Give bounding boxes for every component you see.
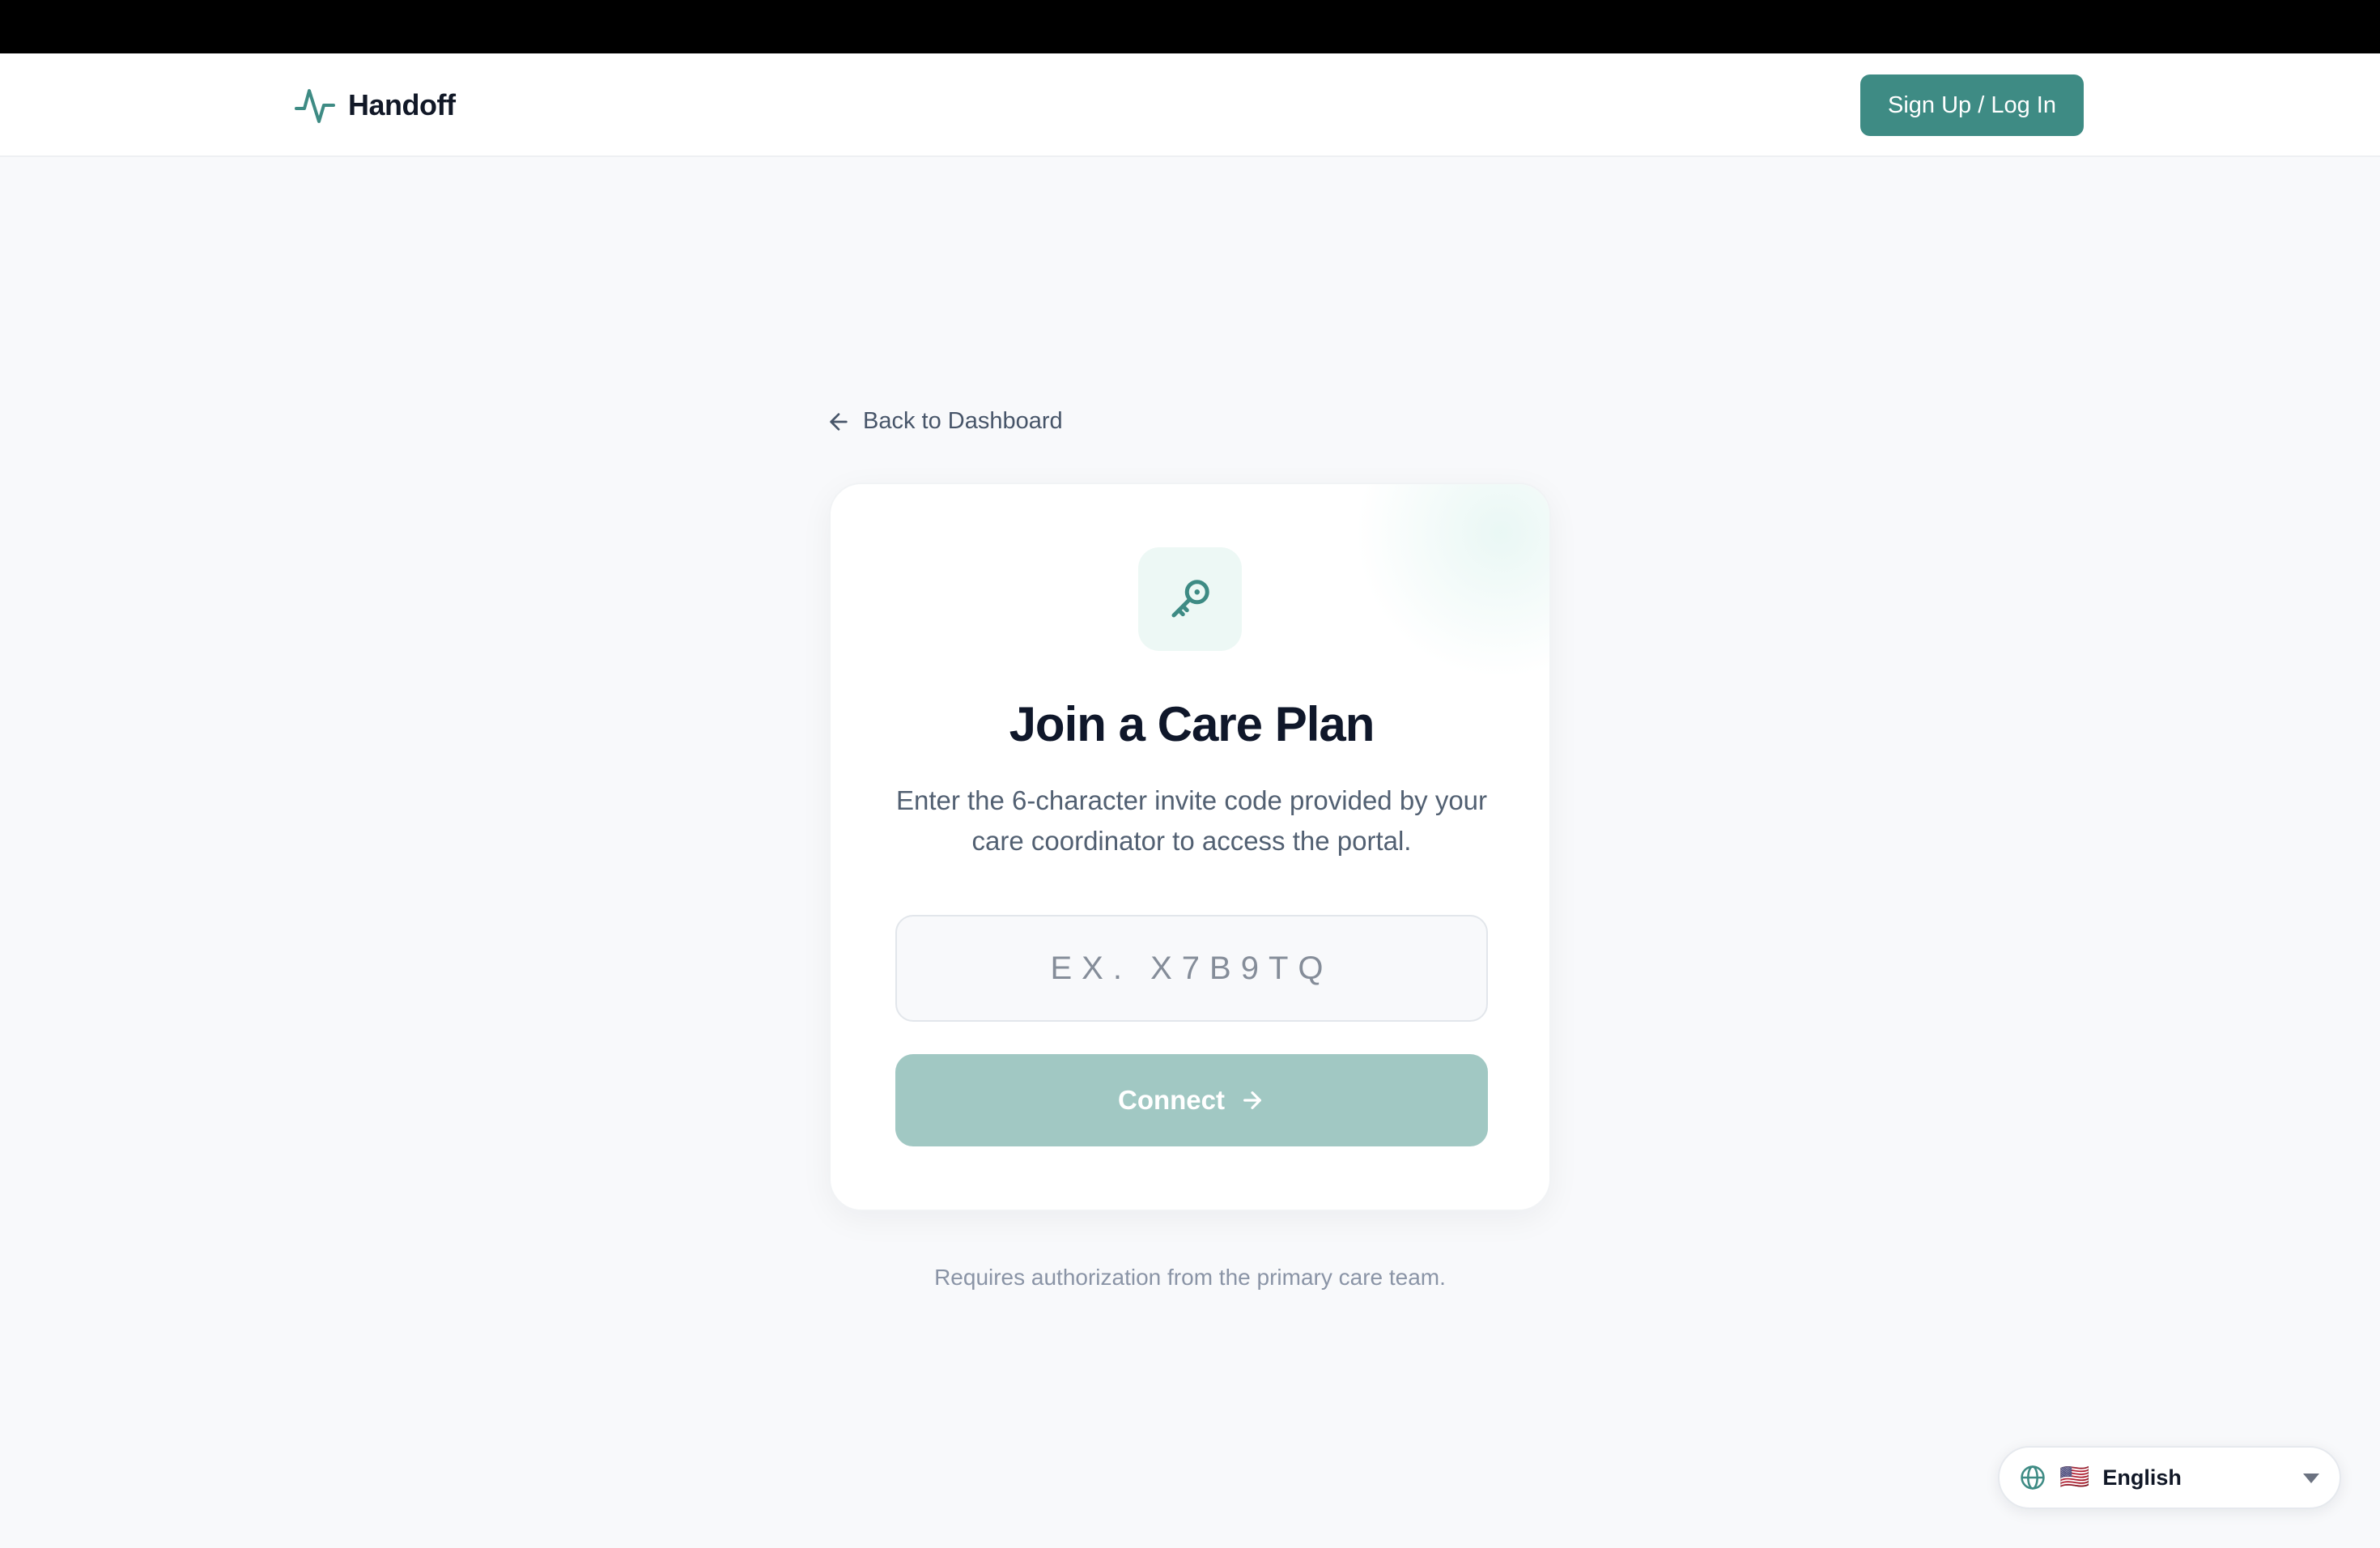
language-label: English <box>2102 1465 2182 1490</box>
key-icon-badge <box>1138 547 1242 651</box>
card-decoration <box>1355 484 1549 678</box>
arrow-left-icon <box>830 412 848 431</box>
card-title: Join a Care Plan <box>1009 697 1375 751</box>
arrow-right-icon <box>1243 1091 1261 1109</box>
signup-login-button[interactable]: Sign Up / Log In <box>1860 74 2084 136</box>
language-selector[interactable]: 🇺🇸 English <box>1998 1446 2341 1509</box>
card-description: Enter the 6-character invite code provid… <box>895 785 1488 856</box>
join-care-plan-card: Join a Care Plan Enter the 6-character i… <box>829 483 1551 1211</box>
caret-down-icon <box>2303 1474 2319 1483</box>
brand-logo[interactable]: Handoff <box>295 84 456 126</box>
brand-name: Handoff <box>348 88 456 121</box>
back-link-label: Back to Dashboard <box>863 408 1063 434</box>
navbar: Handoff Sign Up / Log In <box>0 53 2380 157</box>
key-icon <box>1171 580 1209 618</box>
pulse-icon <box>295 89 335 123</box>
authorization-note: Requires authorization from the primary … <box>934 1265 1446 1290</box>
connect-button[interactable]: Connect <box>895 1054 1488 1146</box>
globe-icon <box>2021 1465 2045 1490</box>
back-to-dashboard-link[interactable]: Back to Dashboard <box>826 408 1063 435</box>
connect-label: Connect <box>1118 1085 1225 1115</box>
us-flag-icon: 🇺🇸 <box>2059 1464 2090 1491</box>
invite-code-input[interactable] <box>895 915 1488 1022</box>
system-top-bar <box>0 0 2380 53</box>
